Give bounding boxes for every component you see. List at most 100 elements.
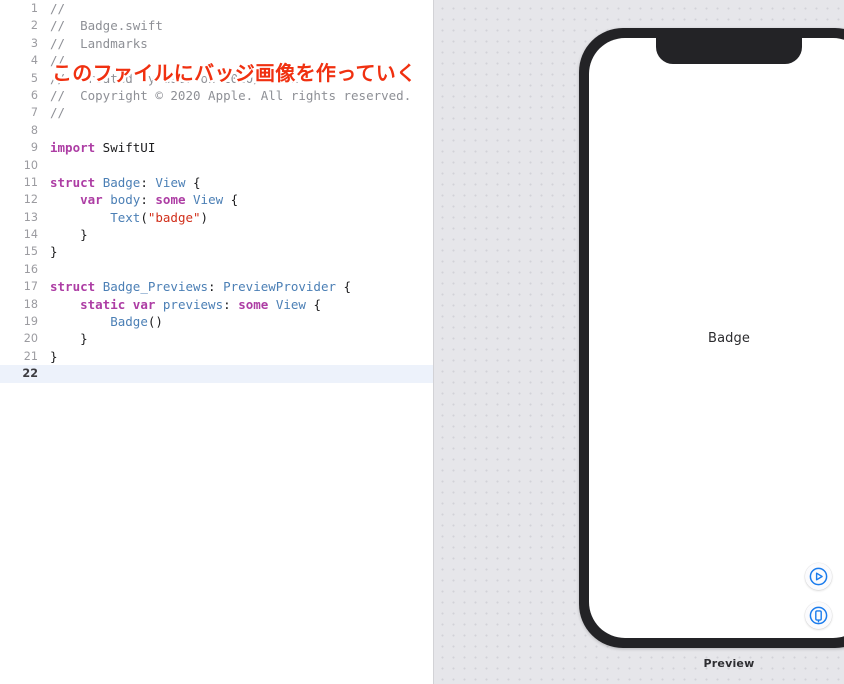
code-line[interactable]: 9 import SwiftUI [0,139,434,156]
token-plain: { [185,174,201,190]
line-number: 17 [23,280,38,294]
line-number: 7 [30,106,38,120]
code-line[interactable]: 15} [0,243,434,260]
token-plain: { [305,296,321,312]
token-str: "badge" [147,209,201,225]
canvas-controls [805,563,832,629]
device-screen[interactable]: Badge [589,38,844,638]
token-plain: } [50,348,58,364]
code-line-text: } [50,330,434,347]
code-line[interactable]: 13 Text("badge") [0,209,434,226]
code-line[interactable]: 12 var body: some View { [0,191,434,208]
line-number: 14 [23,228,38,242]
code-line[interactable]: 16 [0,261,434,278]
token-plain: : [140,192,156,208]
token-plain: () [147,314,163,330]
token-kw: some [155,192,186,208]
line-number: 15 [23,245,38,259]
code-line[interactable]: 10 [0,157,434,174]
code-line-text: struct Badge_Previews: PreviewProvider { [50,278,434,295]
token-cmt: // [50,53,66,69]
code-line-text: // [50,104,434,121]
preview-on-device-button[interactable] [805,602,832,629]
code-area[interactable]: 1 // 2 // Badge.swift 3 // Landmarks 4 // 5 // Cr… [0,0,434,383]
code-line[interactable]: 14 } [0,226,434,243]
line-number: 16 [23,262,38,276]
token-type: Badge [102,174,141,190]
token-plain: ) [200,209,209,225]
token-plain: { [223,192,239,208]
preview-badge-text: Badge [708,330,750,346]
code-line[interactable]: 17 struct Badge_Previews: PreviewProvider… [0,278,434,295]
code-line[interactable]: 7 // [0,104,434,121]
token-plain: : [208,279,224,295]
code-line[interactable]: 20 } [0,330,434,347]
token-kw: var [80,192,103,208]
token-plain: } [50,244,58,260]
token-plain: } [50,331,88,347]
token-cmt: // Landmarks [50,35,148,51]
code-line[interactable]: 4 // [0,52,434,69]
pane-divider[interactable] [433,0,434,684]
token-type: View [155,174,186,190]
code-line-text: import SwiftUI [50,139,434,156]
token-kw: some [238,296,269,312]
code-line-text: // Badge.swift [50,17,434,34]
code-line[interactable]: 3 // Landmarks [0,35,434,52]
code-line[interactable]: 8 [0,122,434,139]
token-cmt: // Created by user on 2020/xx/xx. [50,70,306,86]
line-number: 3 [30,36,38,50]
code-line[interactable]: 1 // [0,0,434,17]
line-number: 18 [23,297,38,311]
code-line[interactable]: 5 // Created by user on 2020/xx/xx. [0,70,434,87]
code-line[interactable]: 22 [0,365,434,383]
token-type: Text [110,209,141,225]
code-line[interactable]: 19 Badge() [0,313,434,330]
line-number: 2 [30,19,38,33]
code-line[interactable]: 11 struct Badge: View { [0,174,434,191]
code-line[interactable]: 2 // Badge.swift [0,17,434,34]
token-type: Badge_Previews [102,279,209,295]
token-cmt: // [50,105,66,121]
token-plain: SwiftUI [95,140,156,156]
code-line-text: } [50,243,434,260]
code-line[interactable]: 18 static var previews: some View { [0,296,434,313]
code-line[interactable]: 6 // Copyright © 2020 Apple. All rights r… [0,87,434,104]
code-line-text: struct Badge: View { [50,174,434,191]
line-number: 9 [30,141,38,155]
token-type: Badge [110,314,148,330]
line-number: 10 [23,158,38,172]
token-cmt: // Badge.swift [50,18,163,34]
token-kw: struct [50,279,96,295]
token-kw: struct [50,174,96,190]
code-line-text: Badge() [50,313,434,330]
line-number: 19 [23,315,38,329]
code-line-text: } [50,226,434,243]
token-kw: var [132,296,156,312]
line-number: 21 [23,349,38,363]
preview-caption-label: Preview [703,657,755,670]
token-cmt: // Copyright © 2020 Apple. All rights re… [50,87,412,103]
token-plain: ( [140,209,148,225]
line-number: 20 [23,332,38,346]
line-number: 5 [30,71,38,85]
line-number: 8 [30,123,38,137]
token-cmt: // [50,1,66,16]
code-line-text: var body: some View { [50,191,434,208]
live-preview-play-button[interactable] [805,563,832,590]
source-editor-pane[interactable]: 1 // 2 // Badge.swift 3 // Landmarks 4 // 5 // Cr… [0,0,434,684]
code-line-text: // Landmarks [50,35,434,52]
code-line[interactable]: 21} [0,348,434,365]
preview-canvas-pane[interactable]: Badge Preview [434,0,844,684]
line-number: 12 [23,193,38,207]
